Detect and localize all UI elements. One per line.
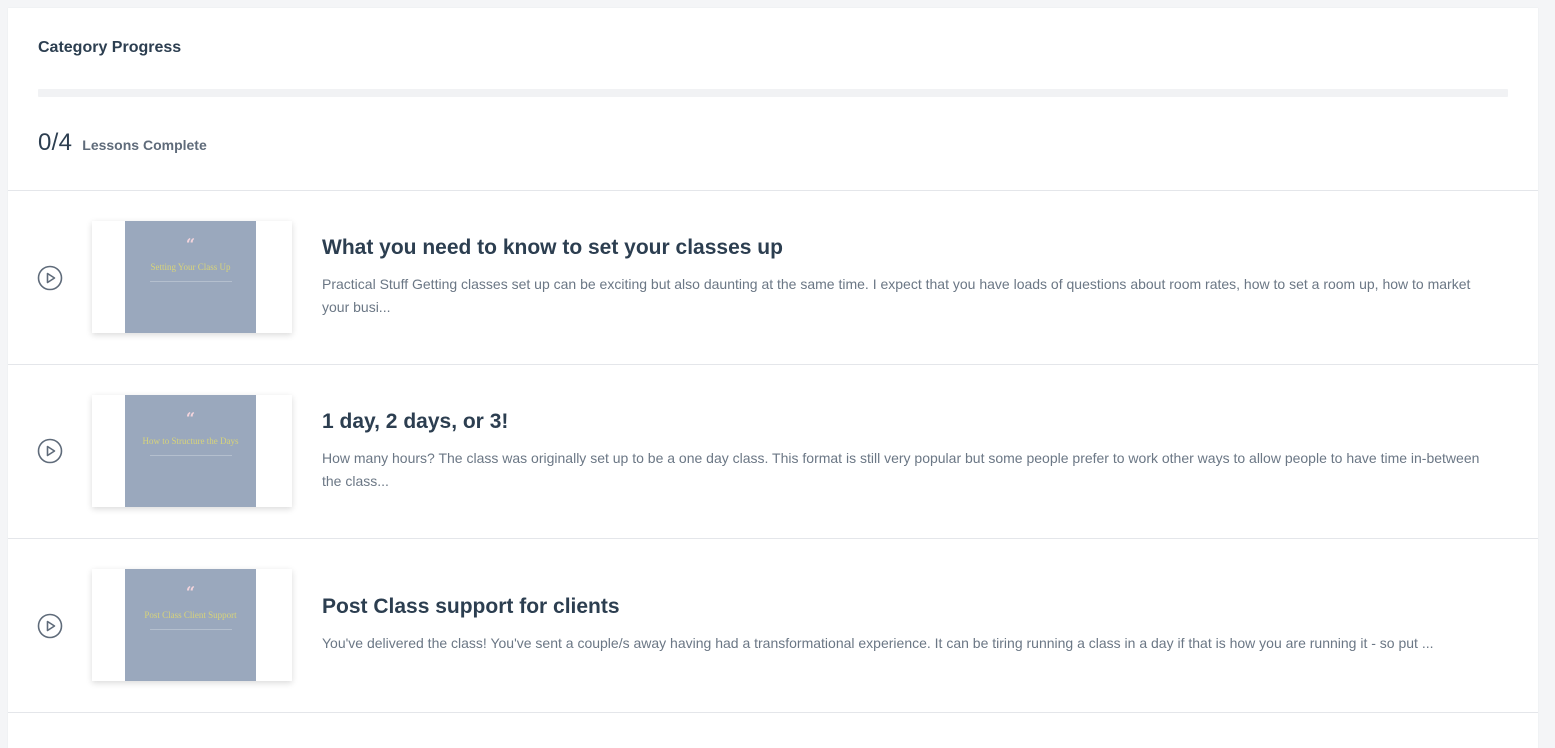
category-progress-card: Category Progress 0/4 Lessons Complete “… <box>8 8 1538 748</box>
lesson-thumbnail-image: “ Post Class Client Support <box>125 569 256 681</box>
lesson-thumbnail-title: Post Class Client Support <box>144 610 237 620</box>
lesson-thumbnail-title: How to Structure the Days <box>142 436 239 446</box>
lesson-thumbnail-image: “ Setting Your Class Up <box>125 221 256 333</box>
lesson-item[interactable]: “ How to Structure the Days 1 day, 2 day… <box>8 365 1538 539</box>
lesson-thumbnail[interactable]: “ Post Class Client Support <box>92 569 292 681</box>
progress-bar <box>38 89 1508 97</box>
lesson-thumbnail[interactable]: “ How to Structure the Days <box>92 395 292 507</box>
thumbnail-divider <box>149 281 232 282</box>
play-circle-icon[interactable] <box>37 438 63 464</box>
lesson-title[interactable]: Post Class support for clients <box>322 595 1498 619</box>
thumbnail-divider <box>149 455 232 456</box>
lessons-complete-label: Lessons Complete <box>82 137 207 153</box>
lesson-title[interactable]: What you need to know to set your classe… <box>322 236 1498 260</box>
lesson-thumbnail-title: Setting Your Class Up <box>150 262 231 272</box>
lesson-body: Post Class support for clients You've de… <box>322 595 1498 655</box>
lesson-item[interactable]: “ Post Class Client Support Post Class s… <box>8 539 1538 713</box>
thumbnail-divider <box>149 629 232 630</box>
progress-count-row: 0/4 Lessons Complete <box>38 129 207 157</box>
lesson-description: How many hours? The class was originally… <box>322 450 1480 489</box>
play-circle-icon[interactable] <box>37 613 63 639</box>
quote-mark-icon: “ <box>185 409 196 428</box>
play-circle-icon[interactable] <box>37 265 63 291</box>
lesson-body: 1 day, 2 days, or 3! How many hours? The… <box>322 410 1498 493</box>
lesson-thumbnail[interactable]: “ Setting Your Class Up <box>92 221 292 333</box>
quote-mark-icon: “ <box>185 235 196 254</box>
quote-mark-icon: “ <box>185 583 196 602</box>
progress-section: Category Progress 0/4 Lessons Complete <box>8 8 1538 191</box>
lesson-title[interactable]: 1 day, 2 days, or 3! <box>322 410 1498 434</box>
lesson-description: Practical Stuff Getting classes set up c… <box>322 276 1471 315</box>
lesson-thumbnail-image: “ How to Structure the Days <box>125 395 256 507</box>
lessons-complete-count: 0/4 <box>38 129 73 156</box>
lesson-item[interactable]: “ Setting Your Class Up What you need to… <box>8 191 1538 365</box>
section-title: Category Progress <box>38 39 182 56</box>
lesson-description: You've delivered the class! You've sent … <box>322 635 1434 651</box>
lesson-body: What you need to know to set your classe… <box>322 236 1498 319</box>
